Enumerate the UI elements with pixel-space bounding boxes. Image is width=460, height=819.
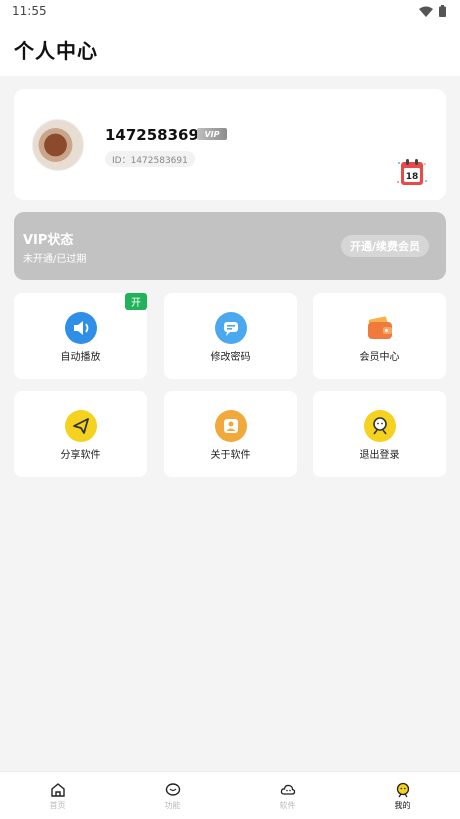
nav-home[interactable]: 首页 (0, 772, 115, 819)
home-icon (50, 783, 65, 797)
open-vip-button[interactable]: 开通/续费会员 (341, 235, 429, 257)
tile-label: 分享软件 (60, 450, 101, 461)
speaker-icon (64, 312, 97, 344)
avatar[interactable] (32, 119, 84, 171)
tile-auto-play[interactable]: 自动播放 开 (14, 293, 147, 379)
wallet-icon (367, 316, 392, 339)
chat-lock-icon (214, 312, 247, 344)
profile-card[interactable]: 1472583691 VIP ID：1472583691 (14, 89, 446, 200)
nav-label: 我的 (394, 801, 411, 810)
nav-mine[interactable]: 我的 (345, 772, 460, 819)
nav-label: 首页 (49, 801, 66, 810)
app-header: 个人中心 (0, 22, 460, 76)
status-bar: 11:55 (0, 0, 460, 22)
battery-icon (439, 5, 446, 17)
user-name: 1472583691 (105, 126, 210, 144)
vip-status-subtitle: 未开通/已过期 (23, 254, 87, 265)
chat-icon (165, 783, 180, 796)
tile-share-app[interactable]: 分享软件 (14, 391, 147, 477)
wifi-icon (419, 6, 433, 17)
auto-play-toggle-badge[interactable]: 开 (125, 293, 147, 310)
status-time: 11:55 (12, 4, 47, 18)
nav-label: 功能 (164, 801, 181, 810)
page-title: 个人中心 (14, 38, 98, 63)
nav-label: 软件 (279, 801, 296, 810)
tile-label: 关于软件 (210, 450, 251, 461)
user-card-icon (214, 410, 247, 442)
send-icon (64, 410, 97, 442)
vip-status-title: VIP状态 (23, 233, 74, 248)
calendar-day: 18 (406, 172, 419, 182)
status-icons (419, 5, 446, 17)
nav-features[interactable]: 功能 (115, 772, 230, 819)
tile-label: 修改密码 (210, 352, 251, 363)
tile-label: 会员中心 (359, 352, 400, 363)
tile-label: 退出登录 (359, 450, 400, 461)
nav-software[interactable]: 软件 (230, 772, 345, 819)
calendar-icon[interactable]: 18 (396, 157, 428, 189)
tile-label: 自动播放 (60, 352, 101, 363)
mine-icon (396, 782, 409, 798)
tile-about-app[interactable]: 关于软件 (164, 391, 297, 477)
vip-badge: VIP (197, 128, 227, 140)
vip-status-card: VIP状态 未开通/已过期 开通/续费会员 (14, 212, 446, 280)
bottom-nav: 首页 功能 软件 我的 (0, 771, 460, 819)
emoji-icon (363, 410, 396, 442)
user-id: ID：1472583691 (105, 151, 195, 167)
tile-change-password[interactable]: 修改密码 (164, 293, 297, 379)
cloud-icon (280, 784, 295, 795)
tile-logout[interactable]: 退出登录 (313, 391, 446, 477)
tile-member-center[interactable]: 会员中心 (313, 293, 446, 379)
